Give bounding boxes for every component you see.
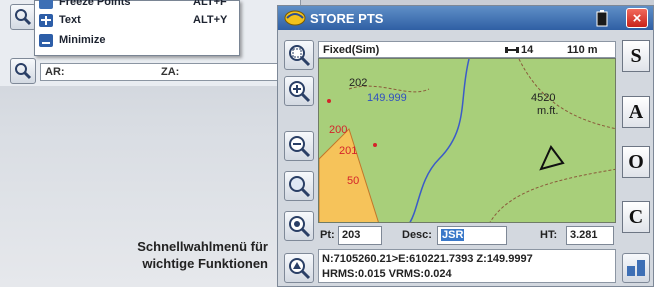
caption-line-2: wichtige Funktionen [142,256,268,271]
side-button-s[interactable]: S [622,40,650,72]
satellite-count: 14 [521,44,534,56]
zoom-in-icon [289,81,311,103]
field-ar-label: AR: [45,66,65,78]
field-za-label: ZA: [161,66,180,78]
measure-icon [627,260,645,276]
background-field-bar: AR: ZA: SD [40,63,298,81]
menu-item-text[interactable]: Text ALT+Y [35,12,239,30]
magnifier-icon [15,63,32,80]
battery-icon [596,10,608,27]
caption: Schnellwahlmenü für wichtige Funktionen [137,238,268,272]
point-marker [327,99,331,103]
menu-item-label: Minimize [59,34,106,46]
minimize-icon [39,34,53,47]
desc-label: Desc: [402,229,432,241]
magnifier-icon [289,176,311,198]
title-bar: STORE PTS × [278,6,653,30]
ht-label: HT: [540,229,558,241]
menu-item-label: Text [59,14,81,26]
zoom-window-button[interactable] [284,40,314,70]
satellite-icon [505,47,519,53]
map-point-200: 200 [329,124,348,136]
point-marker [373,143,377,147]
status-bar: Fixed(Sim) 14 110 m [318,41,616,58]
zoom-in-button[interactable] [284,76,314,106]
pan-button[interactable] [284,253,314,283]
position-arrow-icon [539,145,565,171]
map-point-4520: 4520 [531,92,556,104]
window-title: STORE PTS [310,11,384,26]
coordinate-readout: N:7105260.21>E:610221.7393 Z:149.9997 HR… [318,249,616,283]
side-button-c[interactable]: C [622,201,650,233]
freeze-points-icon [39,0,53,9]
menu-item-minimize[interactable]: Minimize [35,32,239,50]
desc-input[interactable]: JSR [437,226,507,245]
zoom-previous-button[interactable] [284,211,314,241]
side-button-a[interactable]: A [622,96,650,128]
zoom-all-button[interactable] [284,171,314,201]
menu-item-shortcut: ALT+F [193,0,227,8]
menu-item-shortcut: ALT+Y [193,14,228,26]
zoom-previous-icon [289,216,311,238]
map-elevation: 149.999 [367,92,407,104]
fix-status: Fixed(Sim) [323,44,380,56]
caption-line-1: Schnellwahlmenü für [137,239,268,254]
accuracy-line: HRMS:0.015 VRMS:0.024 [322,268,452,280]
map-view[interactable]: 202 149.999 4520 m.ft. 200 201 50 [318,58,616,223]
side-button-o[interactable]: O [622,146,650,178]
zoom-window-icon [289,45,311,67]
magnifier-icon [15,9,32,26]
zoom-extents-button[interactable] [10,58,36,84]
map-unit-label: m.ft. [537,105,559,117]
close-button[interactable]: × [626,8,648,28]
app-logo-icon [284,10,306,26]
quick-menu: Freeze Points ALT+F Text ALT+Y Minimize [34,0,240,56]
map-point-50: 50 [347,175,360,187]
stream-line [409,59,470,222]
map-point-202: 202 [349,77,368,89]
zoom-icon-button[interactable] [10,4,36,30]
point-entry-row: Pt: 203 Desc: JSR HT: 3.281 [318,225,616,247]
ht-input[interactable]: 3.281 [566,226,614,245]
pt-input[interactable]: 203 [338,226,382,245]
text-icon [39,14,53,27]
store-pts-window: STORE PTS × Fixed(Sim) 14 110 m 202 149.… [277,5,654,287]
zoom-out-button[interactable] [284,131,314,161]
coordinate-line: N:7105260.21>E:610221.7393 Z:149.9997 [322,253,533,265]
zoom-out-icon [289,136,311,158]
pan-icon [289,258,311,280]
map-point-201: 201 [339,145,358,157]
menu-item-freeze-points[interactable]: Freeze Points ALT+F [35,0,239,12]
measure-button[interactable] [622,253,650,283]
scale-readout: 110 m [567,44,598,56]
pt-label: Pt: [320,229,335,241]
menu-item-label: Freeze Points [59,0,131,8]
contour-line [489,168,615,222]
desc-selected-text: JSR [441,229,465,241]
